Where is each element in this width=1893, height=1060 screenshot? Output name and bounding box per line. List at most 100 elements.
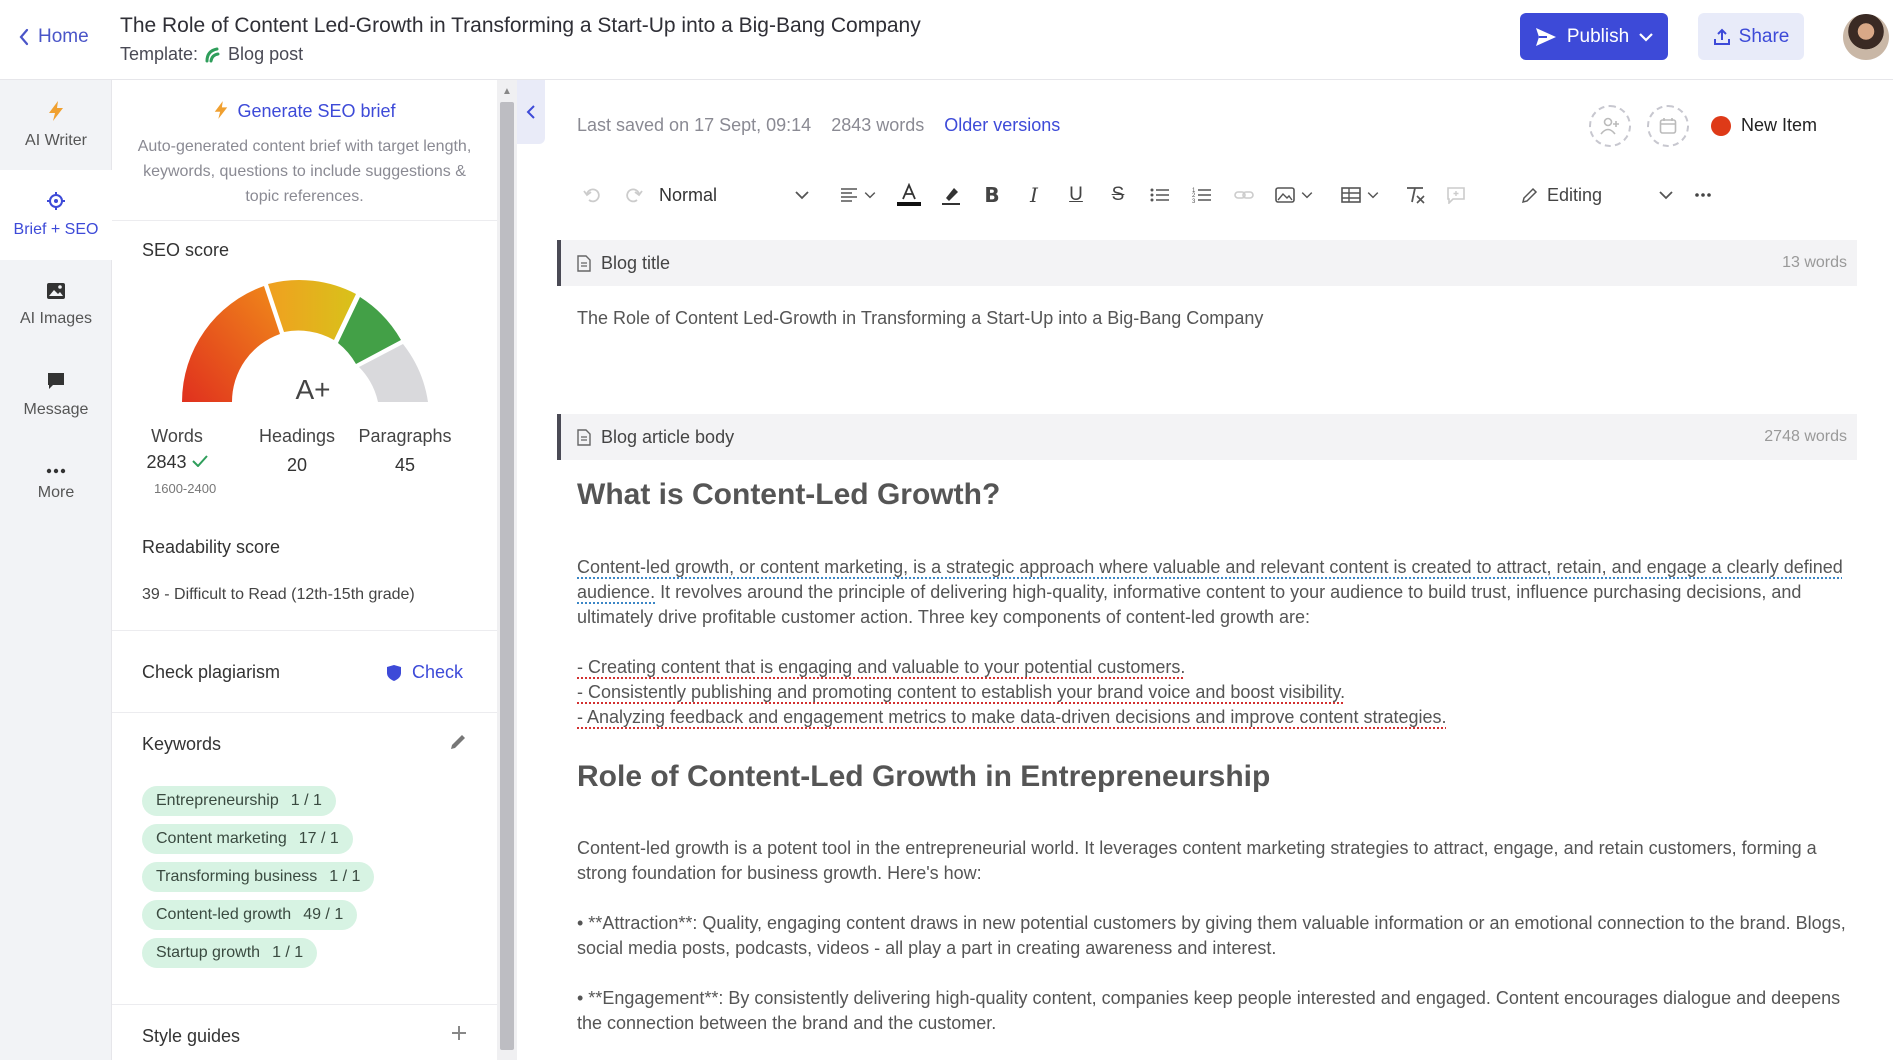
editor-area: Last saved on 17 Sept, 09:14 2843 words … [517, 80, 1893, 1060]
pencil-icon[interactable] [448, 732, 468, 752]
share-button[interactable]: Share [1698, 13, 1804, 60]
editing-mode-value: Editing [1547, 184, 1603, 205]
keyword-chip[interactable]: Startup growth 1 / 1 [142, 938, 318, 968]
spelling-suggestion[interactable]: - Creating content that is engaging and … [577, 655, 1185, 680]
seo-grade: A+ [295, 374, 331, 405]
template-icon [204, 46, 222, 64]
status-label: New Item [1741, 115, 1818, 135]
keyword-chip[interactable]: Transforming business 1 / 1 [142, 862, 375, 892]
blog-title-content[interactable]: The Role of Content Led-Growth in Transf… [577, 306, 1847, 331]
rail-ai-writer[interactable]: AI Writer [0, 80, 112, 170]
status-dot [1711, 115, 1731, 136]
chat-icon [46, 371, 66, 391]
rail-label: Message [23, 401, 89, 418]
tool-rail: AI Writer Brief + SEO AI Images Message … [0, 80, 112, 1060]
words-range: 1600-2400 [154, 481, 217, 496]
publish-button[interactable]: Publish [1520, 13, 1668, 60]
keyword-chip[interactable]: Entrepreneurship 1 / 1 [142, 786, 336, 816]
undo-icon[interactable] [581, 183, 603, 207]
scroll-up-icon[interactable]: ▲ [502, 86, 512, 97]
more-options-icon[interactable] [1691, 183, 1715, 207]
generate-seo-description: Auto-generated content brief with target… [137, 138, 472, 205]
link-icon[interactable] [1233, 183, 1255, 207]
article-heading[interactable]: What is Content-Led Growth? [577, 478, 1000, 512]
template-name: Blog post [228, 44, 304, 64]
article-paragraph[interactable]: Content-led growth, or content marketing… [577, 555, 1847, 630]
rail-label: AI Writer [25, 132, 87, 149]
readability-title: Readability score [142, 537, 281, 557]
redo-icon[interactable] [623, 183, 645, 207]
insert-image-dropdown[interactable] [1271, 183, 1317, 207]
add-comment-icon[interactable] [1445, 183, 1467, 207]
due-date-button[interactable] [1647, 105, 1689, 147]
rail-ai-images[interactable]: AI Images [0, 260, 112, 350]
spelling-suggestion[interactable]: - Analyzing feedback and engagement metr… [577, 705, 1446, 730]
home-label: Home [38, 26, 89, 47]
add-user-icon [1600, 117, 1620, 135]
older-versions-link[interactable]: Older versions [944, 115, 1060, 136]
rail-message[interactable]: Message [0, 350, 112, 440]
bolt-icon [47, 100, 65, 122]
article-bullets[interactable]: - Creating content that is engaging and … [577, 655, 1847, 730]
keyword-chip[interactable]: Content marketing 17 / 1 [142, 824, 353, 854]
status-new-item[interactable]: New Item [1711, 115, 1817, 136]
editing-mode-select[interactable]: Editing [1521, 183, 1673, 207]
paragraphs-value: 45 [394, 455, 416, 475]
plus-icon[interactable] [450, 1024, 468, 1042]
article-paragraph[interactable]: Content-led growth is a potent tool in t… [577, 836, 1847, 886]
text-color-icon[interactable] [895, 183, 923, 207]
check-plagiarism-button[interactable]: Check [386, 662, 463, 683]
underline-icon[interactable]: U [1065, 183, 1087, 207]
generate-seo-brief-button[interactable]: Generate SEO brief [112, 100, 497, 122]
readability-value: 39 - Difficult to Read (12th-15th grade) [142, 586, 415, 603]
target-icon [46, 191, 66, 211]
align-dropdown[interactable] [835, 183, 881, 207]
paragraph-style-select[interactable]: Normal [659, 183, 809, 207]
chevron-down-icon [1301, 191, 1313, 199]
rail-label: More [37, 484, 75, 501]
collapse-panel-button[interactable] [517, 80, 545, 144]
panel-scrollbar[interactable]: ▲ [497, 80, 517, 1060]
paragraph-style-value: Normal [659, 184, 718, 205]
bullet-list-icon[interactable] [1149, 183, 1171, 207]
divider [112, 220, 497, 221]
insert-table-dropdown[interactable] [1337, 183, 1383, 207]
assign-user-button[interactable] [1589, 105, 1631, 147]
article-paragraph[interactable]: • **Engagement**: By consistently delive… [577, 986, 1847, 1036]
bolt-icon [213, 100, 229, 120]
divider [112, 630, 497, 631]
rail-more[interactable]: More [0, 440, 112, 530]
italic-icon[interactable]: I [1023, 183, 1045, 207]
article-paragraph[interactable]: • **Attraction**: Quality, engaging cont… [577, 911, 1847, 961]
share-label: Share [1738, 25, 1790, 47]
paragraphs-label: Paragraphs [358, 426, 452, 446]
image-icon [46, 282, 66, 300]
spelling-suggestion[interactable]: - Consistently publishing and promoting … [577, 680, 1345, 705]
article-heading[interactable]: Role of Content-Led Growth in Entreprene… [577, 760, 1270, 794]
chevron-left-icon [18, 28, 30, 46]
numbered-list-icon[interactable]: 123 [1191, 183, 1213, 207]
section-word-count: 13 words [1782, 254, 1847, 271]
highlight-icon[interactable] [939, 183, 963, 207]
document-title[interactable]: The Role of Content Led-Growth in Transf… [120, 14, 921, 38]
word-count: 2843 words [831, 115, 925, 135]
strikethrough-icon[interactable]: S [1107, 183, 1129, 207]
keyword-chip[interactable]: Content-led growth 49 / 1 [142, 900, 358, 930]
calendar-icon [1659, 117, 1677, 135]
scrollbar-thumb[interactable] [500, 102, 514, 1050]
bold-icon[interactable]: B [981, 183, 1003, 207]
check-label: Check [412, 662, 464, 682]
clear-formatting-icon[interactable] [1403, 183, 1427, 207]
section-label: Blog title [601, 252, 671, 273]
blog-body-section-header: Blog article body 2748 words [557, 414, 1857, 460]
divider [112, 1004, 497, 1005]
home-link[interactable]: Home [18, 26, 89, 48]
pencil-icon [1521, 186, 1539, 204]
rail-brief-seo[interactable]: Brief + SEO [0, 170, 112, 260]
chevron-down-icon [1659, 190, 1673, 200]
headings-value: 20 [286, 455, 308, 475]
user-avatar[interactable] [1843, 14, 1889, 60]
formatting-toolbar: Normal B I U S 123 Editing [567, 175, 1867, 215]
align-left-icon [840, 187, 858, 203]
send-icon [1535, 27, 1557, 47]
